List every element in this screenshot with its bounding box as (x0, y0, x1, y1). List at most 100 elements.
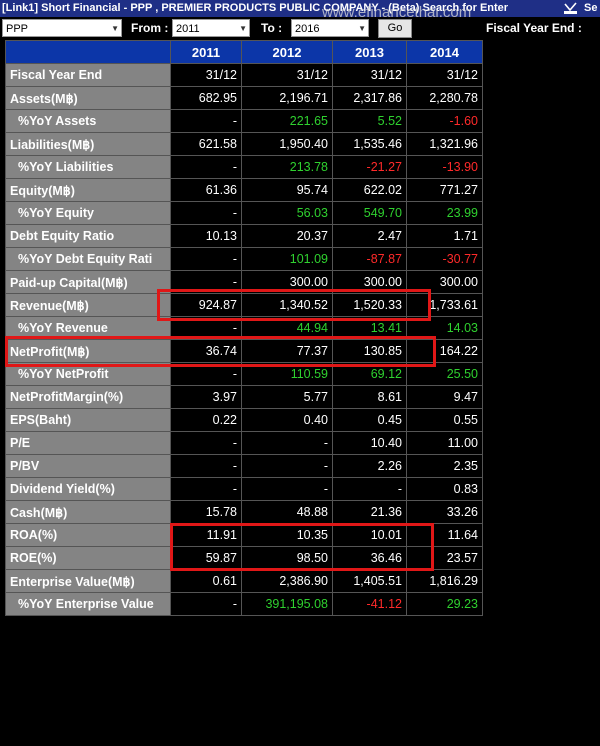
window-title-corner: Se (584, 2, 598, 14)
value-cell: 2,317.86 (332, 86, 407, 110)
value-cell: - (170, 247, 242, 271)
row-label: Debt Equity Ratio (5, 224, 171, 248)
row-label: Equity(M฿) (5, 178, 171, 202)
go-button[interactable]: Go (378, 19, 412, 38)
value-cell: -1.60 (406, 109, 483, 133)
value-cell: 15.78 (170, 500, 242, 524)
value-cell: 5.77 (241, 385, 333, 409)
value-cell: 31/12 (170, 63, 242, 87)
table-row: %YoY Enterprise Value -391,195.08 -41.12 29… (5, 592, 483, 616)
window-icon[interactable] (563, 1, 578, 16)
value-cell: - (170, 592, 242, 616)
value-cell: 0.55 (406, 408, 483, 432)
value-cell: 1,950.40 (241, 132, 333, 156)
value-cell: 0.83 (406, 477, 483, 501)
value-cell: 621.58 (170, 132, 242, 156)
value-cell: 213.78 (241, 155, 333, 179)
from-label: From : (131, 21, 169, 35)
year-header: 2011 (170, 40, 242, 64)
value-cell: - (170, 201, 242, 225)
row-label: %YoY Debt Equity Rati (5, 247, 171, 271)
value-cell: - (241, 431, 333, 455)
from-year-select[interactable]: 2011 ▼ (172, 19, 250, 37)
chevron-down-icon[interactable]: ▼ (111, 20, 119, 38)
value-cell: 11.00 (406, 431, 483, 455)
value-cell: 20.37 (241, 224, 333, 248)
value-cell: 2.26 (332, 454, 407, 478)
row-label: Cash(M฿) (5, 500, 171, 524)
value-cell: 21.36 (332, 500, 407, 524)
value-cell: -21.27 (332, 155, 407, 179)
value-cell: - (170, 477, 242, 501)
table-row: Assets(M฿) 682.95 2,196.71 2,317.86 2,280.78 (5, 86, 483, 110)
table-row: Equity(M฿) 61.36 95.74 622.02 771.27 (5, 178, 483, 202)
chevron-down-icon[interactable]: ▼ (358, 20, 366, 38)
row-label: Fiscal Year End (5, 63, 171, 87)
symbol-select[interactable]: PPP ▼ (2, 19, 122, 37)
value-cell: 0.40 (241, 408, 333, 432)
value-cell: 3.97 (170, 385, 242, 409)
table-row: %YoY Equity -56.03 549.70 23.99 (5, 201, 483, 225)
value-cell: 61.36 (170, 178, 242, 202)
fiscal-year-end-label: Fiscal Year End : (486, 21, 582, 35)
value-cell: 2,196.71 (241, 86, 333, 110)
value-cell: - (332, 477, 407, 501)
value-cell: 23.99 (406, 201, 483, 225)
table-row: Enterprise Value(M฿) 0.61 2,386.90 1,405.51… (5, 569, 483, 593)
value-cell: 33.26 (406, 500, 483, 524)
to-year-select[interactable]: 2016 ▼ (291, 19, 369, 37)
value-cell: 0.45 (332, 408, 407, 432)
value-cell: 2.35 (406, 454, 483, 478)
to-year-value: 2016 (295, 23, 320, 35)
table-row: %YoY Assets -221.65 5.52 -1.60 (5, 109, 483, 133)
value-cell: 31/12 (406, 63, 483, 87)
value-cell: - (170, 155, 242, 179)
row-label: P/E (5, 431, 171, 455)
row-label: %YoY Liabilities (5, 155, 171, 179)
value-cell: - (170, 454, 242, 478)
value-cell: 31/12 (332, 63, 407, 87)
value-cell: 31/12 (241, 63, 333, 87)
value-cell: 0.22 (170, 408, 242, 432)
table-row: P/BV - -2.26 2.35 (5, 454, 483, 478)
year-header: 2012 (241, 40, 333, 64)
vertical-scrollbar[interactable] (590, 40, 600, 746)
chevron-down-icon[interactable]: ▼ (239, 20, 247, 38)
toolbar: PPP ▼ From : 2011 ▼ To : 2016 ▼ Go Fisca… (0, 17, 600, 40)
value-cell: 29.23 (406, 592, 483, 616)
value-cell: 56.03 (241, 201, 333, 225)
row-label: Liabilities(M฿) (5, 132, 171, 156)
value-cell: 622.02 (332, 178, 407, 202)
window-titlebar: [Link1] Short Financial - PPP , PREMIER … (0, 0, 600, 17)
value-cell: - (241, 477, 333, 501)
table-row: EPS(Baht) 0.22 0.40 0.45 0.55 (5, 408, 483, 432)
value-cell: 549.70 (332, 201, 407, 225)
value-cell: 2,386.90 (241, 569, 333, 593)
table-row: Liabilities(M฿) 621.58 1,950.40 1,535.46 1,3… (5, 132, 483, 156)
row-label: %YoY Assets (5, 109, 171, 133)
symbol-value: PPP (6, 23, 29, 35)
row-label: Enterprise Value(M฿) (5, 569, 171, 593)
header-corner (5, 40, 171, 64)
value-cell: 771.27 (406, 178, 483, 202)
value-cell: 1,405.51 (332, 569, 407, 593)
value-cell: 10.40 (332, 431, 407, 455)
row-label: %YoY Equity (5, 201, 171, 225)
highlight-revenue (157, 289, 431, 321)
value-cell: 101.09 (241, 247, 333, 271)
highlight-netprofit (5, 336, 436, 367)
value-cell: 9.47 (406, 385, 483, 409)
from-year-value: 2011 (176, 23, 200, 35)
table-row: %YoY Debt Equity Rati -101.09 -87.87 -30.77 (5, 247, 483, 271)
value-cell: 391,195.08 (241, 592, 333, 616)
table-row: Fiscal Year End 31/12 31/12 31/12 31/12 (5, 63, 483, 87)
row-label: Assets(M฿) (5, 86, 171, 110)
value-cell: 1,816.29 (406, 569, 483, 593)
value-cell: -41.12 (332, 592, 407, 616)
value-cell: 0.61 (170, 569, 242, 593)
value-cell: -13.90 (406, 155, 483, 179)
row-label: P/BV (5, 454, 171, 478)
row-label: Revenue(M฿) (5, 293, 171, 317)
value-cell: - (170, 431, 242, 455)
year-header-row: 2011 2012 2013 2014 (5, 40, 483, 64)
